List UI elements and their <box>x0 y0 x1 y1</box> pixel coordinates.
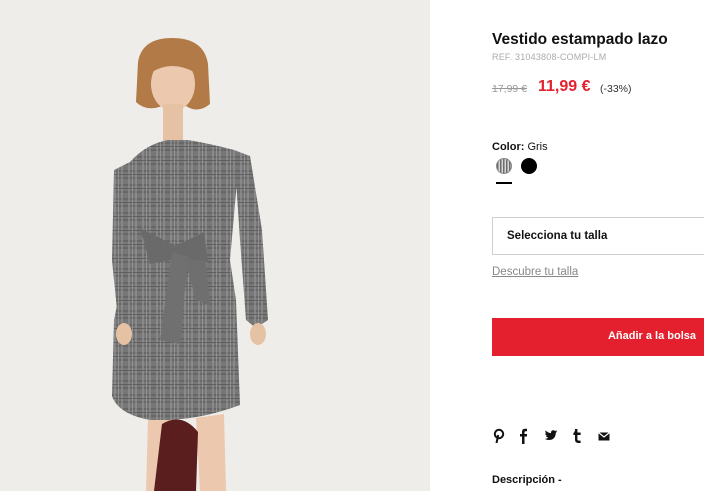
add-to-bag-button[interactable]: Añadir a la bolsa <box>492 318 704 356</box>
tumblr-icon[interactable] <box>572 428 582 444</box>
size-guide-link[interactable]: Descubre tu talla <box>492 266 578 278</box>
description-toggle[interactable]: Descripción - <box>492 474 562 486</box>
selected-swatch-indicator <box>496 182 512 184</box>
product-info-panel: Vestido estampado lazo REF. 31043808-COM… <box>492 0 704 491</box>
model-dress-illustration <box>112 38 268 491</box>
product-title: Vestido estampado lazo <box>492 31 668 48</box>
size-select-label: Selecciona tu talla <box>507 230 608 242</box>
twitter-icon[interactable] <box>544 428 558 444</box>
product-reference: REF. 31043808-COMPI-LM <box>492 52 607 62</box>
color-swatch-grey[interactable] <box>496 158 512 174</box>
size-select[interactable]: Selecciona tu talla <box>492 217 704 255</box>
facebook-icon[interactable] <box>518 428 528 444</box>
color-selector-label: Color: Gris <box>492 141 548 153</box>
selected-color-name: Gris <box>527 141 548 153</box>
discount-badge: (-33%) <box>600 83 632 95</box>
original-price: 17,99 € <box>492 83 528 95</box>
email-icon[interactable] <box>598 428 610 444</box>
pinterest-icon[interactable] <box>492 428 506 444</box>
color-label: Color: <box>492 141 525 153</box>
add-to-bag-label: Añadir a la bolsa <box>607 330 696 342</box>
product-photo[interactable] <box>0 0 430 491</box>
color-swatch-black[interactable] <box>521 158 537 174</box>
sale-price: 11,99 € <box>538 78 591 95</box>
